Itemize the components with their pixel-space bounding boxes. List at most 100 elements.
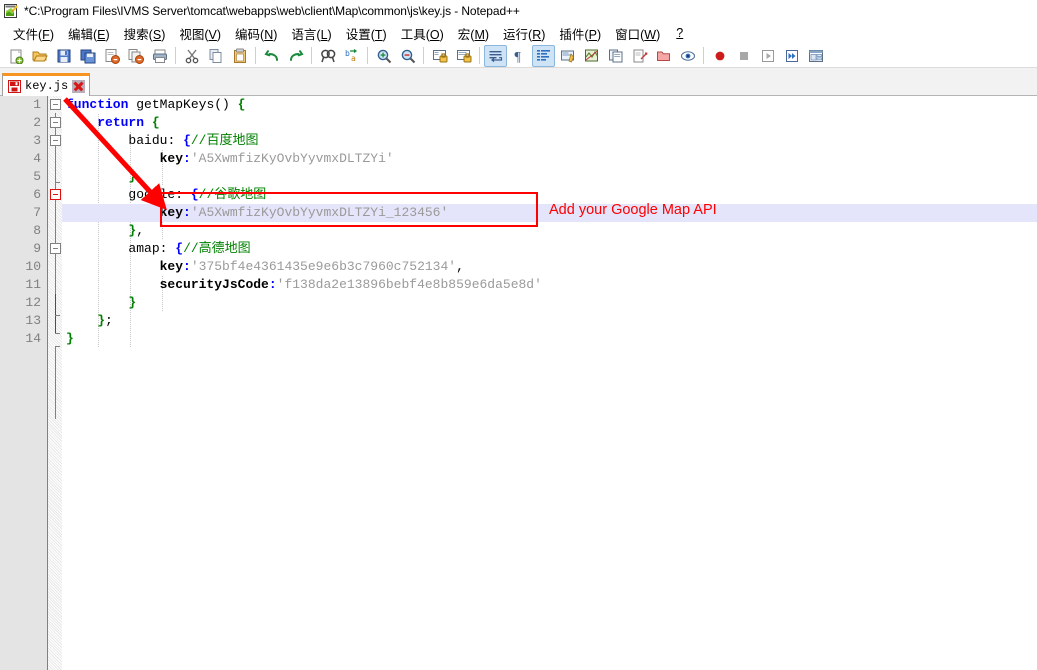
code-line-3[interactable]: baidu: {//百度地图 bbox=[62, 132, 1037, 150]
code-line-4[interactable]: key:'A5XwmfizKyOvbYyvmxDLTZYi' bbox=[62, 150, 1037, 168]
code-line-14[interactable]: } bbox=[62, 330, 1037, 348]
code-line-11[interactable]: securityJsCode:'f138da2e13896bebf4e8b859… bbox=[62, 276, 1037, 294]
stop-macro-icon[interactable] bbox=[732, 45, 755, 67]
copy-icon[interactable] bbox=[204, 45, 227, 67]
redo-icon[interactable] bbox=[284, 45, 307, 67]
cut-icon[interactable] bbox=[180, 45, 203, 67]
line-number: 13 bbox=[25, 313, 41, 328]
code-token: 'A5XwmfizKyOvbYyvmxDLTZYi' bbox=[190, 151, 394, 166]
menu-tools[interactable]: 工具(O) bbox=[394, 22, 451, 45]
menu-run[interactable]: 运行(R) bbox=[496, 22, 552, 45]
fold-box-line-1[interactable] bbox=[50, 99, 61, 110]
code-token: baidu bbox=[128, 133, 168, 148]
line-number: 3 bbox=[33, 133, 41, 148]
folder-as-workspace-icon[interactable] bbox=[652, 45, 675, 67]
show-all-characters-icon[interactable]: ¶ bbox=[508, 45, 531, 67]
save-all-icon[interactable] bbox=[76, 45, 99, 67]
code-line-13[interactable]: }; bbox=[62, 312, 1037, 330]
menu-language[interactable]: 语言(L) bbox=[284, 22, 338, 45]
code-line-5[interactable]: }, bbox=[62, 168, 1037, 186]
zoom-out-icon[interactable] bbox=[396, 45, 419, 67]
code-line-2[interactable]: return { bbox=[62, 114, 1037, 132]
tab-key-js[interactable]: key.js bbox=[2, 73, 91, 96]
code-line-12[interactable]: } bbox=[62, 294, 1037, 312]
line-number: 5 bbox=[33, 169, 41, 184]
menu-help[interactable]: ? bbox=[667, 24, 692, 42]
print-icon[interactable] bbox=[148, 45, 171, 67]
function-list-icon[interactable] bbox=[604, 45, 627, 67]
code-token: //谷歌地图 bbox=[198, 187, 267, 202]
editor-area[interactable]: 1 2 3 4 5 6 7 8 9 10 11 12 13 14 function getMapKeys(… bbox=[0, 96, 1037, 670]
fold-margin[interactable] bbox=[48, 96, 62, 670]
sync-horizontal-scroll-icon[interactable] bbox=[452, 45, 475, 67]
fold-box-line-2[interactable] bbox=[50, 117, 61, 128]
fold-tick-line-14 bbox=[55, 346, 60, 347]
toolbar-separator bbox=[423, 47, 424, 64]
open-file-icon[interactable] bbox=[28, 45, 51, 67]
line-number: 12 bbox=[25, 295, 41, 310]
file-browser-icon[interactable] bbox=[628, 45, 651, 67]
code-line-10[interactable]: key:'375bf4e4361435e9e6b3c7960c752134', bbox=[62, 258, 1037, 276]
sync-vertical-scroll-icon[interactable] bbox=[428, 45, 451, 67]
fold-box-line-3[interactable] bbox=[50, 135, 61, 146]
menu-plugins[interactable]: 插件(P) bbox=[552, 22, 608, 45]
code-token: } bbox=[66, 331, 74, 346]
menu-settings[interactable]: 设置(T) bbox=[339, 22, 394, 45]
menu-file[interactable]: 文件(F) bbox=[6, 22, 61, 45]
save-icon[interactable] bbox=[52, 45, 75, 67]
close-file-icon[interactable] bbox=[100, 45, 123, 67]
code-token: '375bf4e4361435e9e6b3c7960c752134' bbox=[190, 259, 457, 274]
code-content[interactable]: function getMapKeys() { return { baidu: … bbox=[62, 96, 1037, 670]
code-token: { bbox=[183, 133, 191, 148]
user-defined-language-icon[interactable] bbox=[556, 45, 579, 67]
fold-box-line-9[interactable] bbox=[50, 243, 61, 254]
replace-icon[interactable]: ba bbox=[340, 45, 363, 67]
code-line-8[interactable]: }, bbox=[62, 222, 1037, 240]
indent-guideline-icon[interactable] bbox=[532, 44, 555, 67]
code-token: : bbox=[183, 259, 191, 274]
undo-icon[interactable] bbox=[260, 45, 283, 67]
code-line-7[interactable]: key:'A5XwmfizKyOvbYyvmxDLTZYi_123456' bbox=[62, 204, 1037, 222]
run-macro-multiple-icon[interactable] bbox=[780, 45, 803, 67]
line-number: 7 bbox=[33, 205, 41, 220]
menu-window[interactable]: 窗口(W) bbox=[608, 22, 667, 45]
menu-view[interactable]: 视图(V) bbox=[172, 22, 228, 45]
code-line-1[interactable]: function getMapKeys() { bbox=[62, 96, 1037, 114]
monitoring-icon[interactable] bbox=[676, 45, 699, 67]
menu-search[interactable]: 搜索(S) bbox=[117, 22, 173, 45]
menu-macro[interactable]: 宏(M) bbox=[451, 22, 496, 45]
find-icon[interactable] bbox=[316, 45, 339, 67]
document-map-icon[interactable] bbox=[580, 45, 603, 67]
code-token: { bbox=[151, 115, 160, 130]
save-macro-icon[interactable] bbox=[804, 45, 827, 67]
fold-box-line-6[interactable] bbox=[50, 189, 61, 200]
new-file-icon[interactable] bbox=[4, 45, 27, 67]
code-line-6[interactable]: google: {//谷歌地图 bbox=[62, 186, 1037, 204]
word-wrap-icon[interactable] bbox=[484, 44, 507, 67]
play-macro-icon[interactable] bbox=[756, 45, 779, 67]
menu-encoding[interactable]: 编码(N) bbox=[228, 22, 284, 45]
svg-text:b: b bbox=[345, 49, 350, 58]
paste-icon[interactable] bbox=[228, 45, 251, 67]
title-bar: *C:\Program Files\IVMS Server\tomcat\web… bbox=[0, 0, 1037, 22]
line-number: 1 bbox=[33, 97, 41, 112]
code-token: : bbox=[183, 151, 191, 166]
zoom-in-icon[interactable] bbox=[372, 45, 395, 67]
code-token: //高德地图 bbox=[183, 241, 251, 256]
record-macro-icon[interactable] bbox=[708, 45, 731, 67]
close-all-files-icon[interactable] bbox=[124, 45, 147, 67]
fold-connector bbox=[55, 203, 56, 244]
code-line-9[interactable]: amap: {//高德地图 bbox=[62, 240, 1037, 258]
code-token: google bbox=[128, 187, 176, 202]
tab-close-icon[interactable] bbox=[72, 79, 86, 93]
menu-edit[interactable]: 编辑(E) bbox=[61, 22, 117, 45]
